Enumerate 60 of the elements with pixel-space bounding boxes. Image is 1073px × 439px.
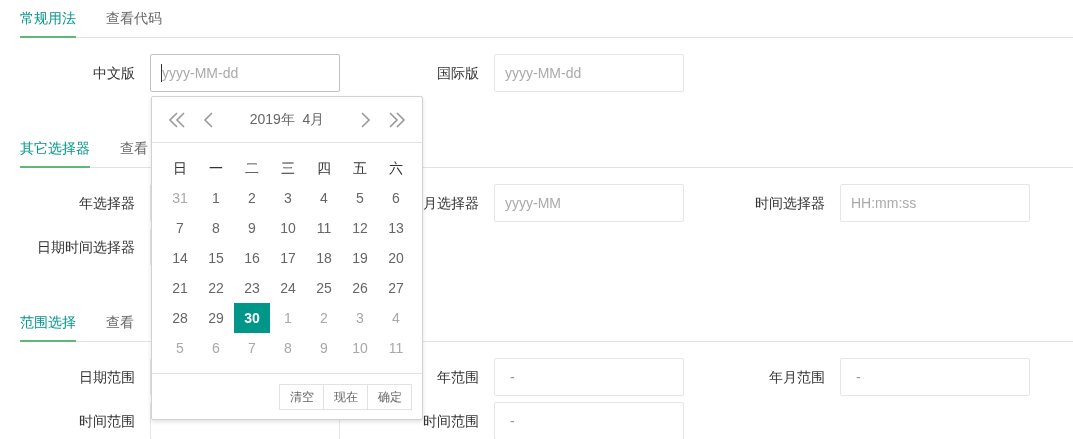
- day-cell[interactable]: 14: [162, 243, 198, 273]
- field-label: 年选择器: [79, 194, 135, 211]
- tab[interactable]: 其它选择器: [20, 130, 90, 168]
- day-cell[interactable]: 29: [198, 303, 234, 333]
- day-cell[interactable]: 10: [270, 213, 306, 243]
- day-cell[interactable]: 28: [162, 303, 198, 333]
- day-cell[interactable]: 24: [270, 273, 306, 303]
- day-cell[interactable]: 25: [306, 273, 342, 303]
- tab[interactable]: 查看代码: [106, 0, 162, 38]
- day-cell[interactable]: 4: [306, 183, 342, 213]
- field-label: 日期时间选择器: [37, 238, 135, 255]
- day-cell[interactable]: 19: [342, 243, 378, 273]
- day-cell[interactable]: 8: [198, 213, 234, 243]
- footer-button[interactable]: 现在: [323, 383, 368, 410]
- field-label: 中文版: [93, 64, 135, 81]
- day-cell[interactable]: 23: [234, 273, 270, 303]
- tab[interactable]: 范围选择: [20, 304, 76, 342]
- day-cell[interactable]: 5: [342, 183, 378, 213]
- double-right-chevron-icon[interactable]: [387, 109, 407, 130]
- field-label: 时间选择器: [755, 194, 825, 211]
- day-cell[interactable]: 3: [270, 183, 306, 213]
- tab[interactable]: 查看: [120, 130, 148, 168]
- field-label: 时间范围: [423, 412, 479, 429]
- day-cell[interactable]: 22: [198, 273, 234, 303]
- day-cell[interactable]: 9: [234, 213, 270, 243]
- weekday-label: 二: [244, 158, 260, 178]
- weekday-label: 五: [352, 158, 368, 178]
- field-label: 时间范围: [79, 412, 135, 429]
- day-cell[interactable]: 6: [378, 183, 414, 213]
- weekday-label: 日: [172, 158, 188, 178]
- day-cell[interactable]: 27: [378, 273, 414, 303]
- day-cell[interactable]: 13: [378, 213, 414, 243]
- field-label: 月选择器: [423, 194, 479, 211]
- day-cell[interactable]: 12: [342, 213, 378, 243]
- weekday-label: 四: [316, 158, 332, 178]
- footer-button[interactable]: 清空: [279, 383, 324, 410]
- day-cell[interactable]: 16: [234, 243, 270, 273]
- tab[interactable]: 常规用法: [20, 0, 76, 38]
- weekday-label: 六: [388, 158, 404, 178]
- day-cell[interactable]: 2: [234, 183, 270, 213]
- field-label: 年月范围: [769, 368, 825, 385]
- tab[interactable]: 查看: [106, 304, 134, 342]
- weekday-label: 一: [208, 158, 224, 178]
- field-label: 日期范围: [79, 368, 135, 385]
- day-cell[interactable]: 18: [306, 243, 342, 273]
- footer-button[interactable]: 确定: [367, 383, 412, 410]
- day-cell[interactable]: 21: [162, 273, 198, 303]
- day-cell[interactable]: 20: [378, 243, 414, 273]
- day-cell[interactable]: 1: [198, 183, 234, 213]
- day-cell[interactable]: 30: [234, 303, 270, 333]
- field-label: 国际版: [437, 64, 479, 81]
- day-cell[interactable]: 15: [198, 243, 234, 273]
- weekday-label: 三: [280, 158, 296, 178]
- double-left-chevron-icon[interactable]: [167, 109, 187, 130]
- day-cell[interactable]: 26: [342, 273, 378, 303]
- field-label: 年范围: [437, 368, 479, 385]
- day-cell[interactable]: 11: [306, 213, 342, 243]
- day-cell[interactable]: 7: [162, 213, 198, 243]
- day-cell[interactable]: 17: [270, 243, 306, 273]
- month-title[interactable]: 2019年 4月: [219, 109, 355, 130]
